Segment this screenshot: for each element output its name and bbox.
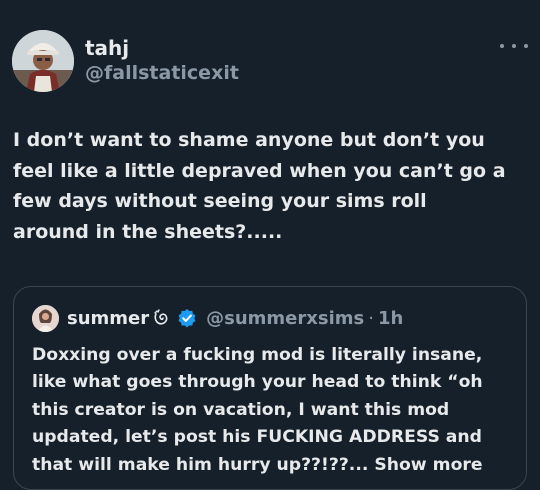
author-avatar[interactable]	[12, 30, 74, 92]
separator-dot: ·	[368, 307, 374, 329]
avatar-image	[12, 30, 74, 92]
quoted-display-name[interactable]: summer	[67, 308, 149, 329]
show-more-link[interactable]: Show more	[374, 455, 482, 475]
quoted-tweet[interactable]: summer @summerxsims · 1h Doxxing over a …	[13, 286, 527, 490]
quoted-tweet-text: Doxxing over a fucking mod is literally …	[32, 342, 512, 479]
quoted-author-avatar[interactable]	[32, 304, 59, 332]
author-display-name[interactable]: tahj	[85, 36, 239, 60]
more-horizontal-icon[interactable]	[500, 38, 528, 54]
quoted-avatar-image	[32, 304, 59, 332]
verified-badge-icon	[177, 308, 197, 328]
author-names: tahj @fallstaticexit	[85, 36, 239, 86]
shell-emoji-icon	[152, 308, 172, 328]
quoted-timestamp[interactable]: 1h	[378, 308, 403, 329]
tweet-text: I don’t want to shame anyone but don’t y…	[13, 129, 506, 243]
quoted-handle[interactable]: @summerxsims	[206, 308, 364, 329]
quoted-tweet-header: summer @summerxsims · 1h	[32, 303, 403, 333]
more-dot	[512, 44, 516, 48]
more-dot	[524, 44, 528, 48]
author-handle[interactable]: @fallstaticexit	[85, 60, 239, 86]
more-dot	[500, 44, 504, 48]
tweet-header: tahj @fallstaticexit	[12, 30, 528, 94]
